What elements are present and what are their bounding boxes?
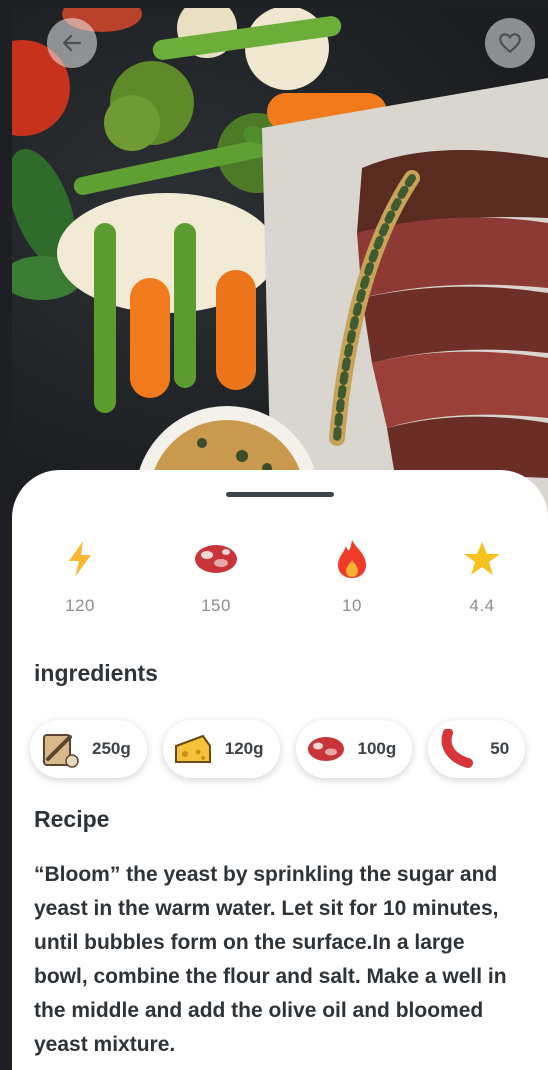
ingredient-amount: 100g bbox=[357, 739, 397, 758]
stat-rating: 4.4 bbox=[442, 536, 522, 616]
drag-handle[interactable] bbox=[226, 492, 334, 497]
ingredient-chip-meat[interactable]: 100g bbox=[295, 720, 413, 778]
ingredient-amount: 50 bbox=[490, 739, 510, 758]
ingredient-amount: 250g bbox=[92, 739, 131, 758]
ingredients-list: 250g 120g 100g 50 bbox=[30, 720, 548, 784]
steak-vegetables-illustration bbox=[12, 8, 548, 528]
ingredient-chip-sausage[interactable]: 50 bbox=[428, 720, 526, 778]
ingredients-title: ingredients bbox=[34, 660, 158, 686]
stat-energy: 120 bbox=[40, 536, 120, 616]
flour-bag-icon bbox=[43, 734, 79, 768]
stat-value: 150 bbox=[201, 596, 231, 615]
sausage-icon bbox=[441, 729, 474, 768]
recipe-title: Recipe bbox=[34, 806, 110, 832]
back-button[interactable] bbox=[47, 18, 97, 68]
recipe-detail-sheet: 120 150 10 4.4 ingredients 250g 120g 100… bbox=[12, 470, 548, 1070]
ingredient-chip-flour[interactable]: 250g bbox=[30, 720, 147, 778]
star-icon bbox=[464, 542, 500, 575]
meat-icon bbox=[195, 545, 237, 573]
stat-value: 10 bbox=[342, 596, 362, 615]
stat-value: 4.4 bbox=[469, 596, 495, 615]
cheese-icon bbox=[174, 734, 211, 763]
recipe-instructions: “Bloom” the yeast by sprinkling the suga… bbox=[34, 863, 507, 1056]
fire-icon bbox=[338, 540, 366, 578]
stat-value: 120 bbox=[65, 596, 95, 615]
nutrition-stats: 120 150 10 4.4 bbox=[12, 536, 548, 626]
lightning-icon bbox=[69, 541, 91, 577]
stat-protein: 150 bbox=[176, 536, 256, 616]
favorite-button[interactable] bbox=[485, 18, 535, 68]
stat-calories: 10 bbox=[312, 536, 392, 616]
heart-icon bbox=[499, 33, 521, 54]
ingredient-chip-cheese[interactable]: 120g bbox=[162, 720, 280, 778]
food-hero-image bbox=[12, 8, 548, 528]
meat-icon bbox=[307, 737, 344, 761]
arrow-left-icon bbox=[62, 34, 82, 52]
ingredient-amount: 120g bbox=[224, 739, 264, 758]
